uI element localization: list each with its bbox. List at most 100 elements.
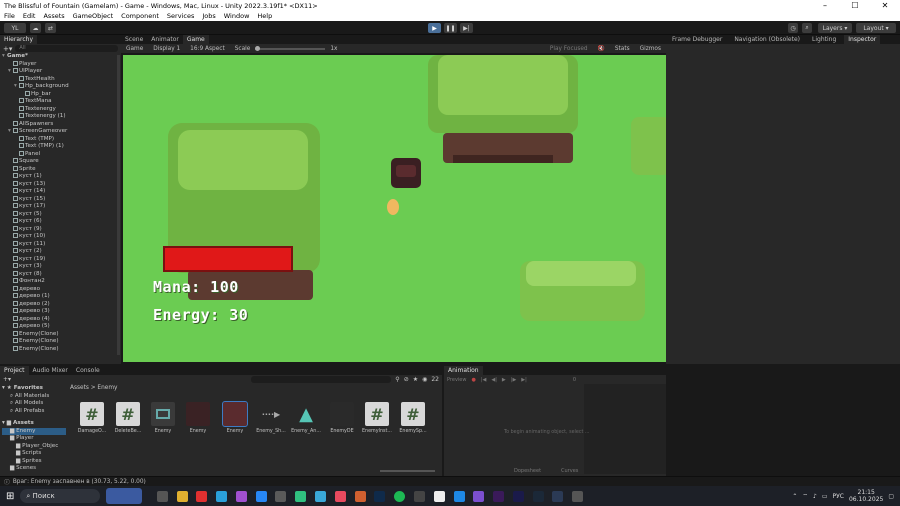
tab-frame-debugger[interactable]: Frame Debugger <box>668 35 726 44</box>
tab-navigation[interactable]: Navigation (Obsolete) <box>730 35 804 44</box>
display-dropdown[interactable]: Display 1 <box>148 46 185 52</box>
aspect-dropdown[interactable]: 16:9 Aspect <box>185 46 230 52</box>
asset-item[interactable]: # EnemySp... <box>398 402 428 434</box>
app-icon[interactable] <box>413 490 425 502</box>
mute-icon[interactable]: 🔇 <box>593 46 610 52</box>
scale-slider[interactable] <box>255 45 326 51</box>
menu-edit[interactable]: Edit <box>19 12 40 20</box>
asset-item[interactable]: EnemyDE <box>327 402 357 434</box>
hierarchy-item[interactable]: TextMana <box>2 98 121 106</box>
tab-project[interactable]: Project <box>0 366 29 375</box>
tab-animation[interactable]: Animation <box>444 366 483 375</box>
step-button[interactable]: ▶| <box>460 23 473 33</box>
fav-item[interactable]: ⌕ All Models <box>2 400 66 408</box>
create-icon[interactable]: +▾ <box>3 376 11 383</box>
scale-slider-handle[interactable] <box>255 45 261 51</box>
search-icon[interactable]: ⌕ <box>802 23 812 33</box>
hierarchy-item[interactable]: ▾ ScreenGameover <box>2 128 121 136</box>
hierarchy-item[interactable]: Player <box>2 60 121 69</box>
hierarchy-item[interactable]: куст (2) <box>2 248 121 256</box>
tree-item-enemy[interactable]: ▆ Enemy <box>2 427 66 435</box>
game-view[interactable]: Mana: 100 Energy: 30 <box>123 55 666 362</box>
hierarchy-item[interactable]: куст (17) <box>2 203 121 211</box>
hierarchy-item[interactable]: куст (3) <box>2 263 121 271</box>
hierarchy-item[interactable]: Textenergy <box>2 105 121 114</box>
clock[interactable]: 21:15 06.10.2025 <box>849 489 883 503</box>
app-icon[interactable] <box>552 490 564 502</box>
minimize-icon[interactable]: – <box>810 0 840 11</box>
hierarchy-item[interactable]: Hp_bar <box>2 90 121 99</box>
vk-icon[interactable] <box>255 490 267 502</box>
task-view-icon[interactable] <box>156 490 168 502</box>
hierarchy-item[interactable]: дерево <box>2 285 121 294</box>
hierarchy-scene-root[interactable]: ▾ Game* <box>2 53 121 61</box>
tab-audio-mixer[interactable]: Audio Mixer <box>29 366 72 375</box>
play-focused-dropdown[interactable]: Play Focused <box>545 46 593 52</box>
hierarchy-item[interactable]: Square <box>2 158 121 166</box>
tree-item-sprites[interactable]: ▆ Sprites <box>2 458 66 466</box>
hierarchy-item[interactable]: дерево (5) <box>2 323 121 331</box>
spotify-icon[interactable] <box>394 490 406 502</box>
label-icon[interactable]: ⊘ <box>404 376 409 383</box>
curves-tab[interactable]: Curves <box>561 468 578 474</box>
visual-studio-icon[interactable] <box>473 490 485 502</box>
menu-jobs[interactable]: Jobs <box>198 12 219 20</box>
asset-item[interactable]: # EnemyInst... <box>362 402 392 434</box>
asset-item[interactable]: # DeleteBe... <box>113 402 143 434</box>
hierarchy-item[interactable]: куст (13) <box>2 180 121 189</box>
icon-size-slider[interactable] <box>380 470 435 472</box>
hierarchy-item[interactable]: Textenergy (1) <box>2 113 121 121</box>
stats-button[interactable]: Stats <box>610 46 635 52</box>
asset-item[interactable]: ····▶ Enemy_Sh... <box>256 402 286 435</box>
filter-icon[interactable]: ⚲ <box>395 376 399 383</box>
telegram-icon[interactable] <box>216 490 228 502</box>
vscode-icon[interactable] <box>453 490 465 502</box>
first-key-icon[interactable]: |◀ <box>481 377 487 383</box>
hierarchy-scrollbar[interactable] <box>117 55 120 355</box>
enemy-sprite[interactable] <box>391 158 421 188</box>
hierarchy-item[interactable]: куст (5) <box>2 210 121 219</box>
tree-item-player-objec[interactable]: ▆ Player_Objec <box>2 443 66 451</box>
file-explorer-icon[interactable] <box>176 490 188 502</box>
frame-field[interactable]: 0 <box>573 377 576 383</box>
hierarchy-item[interactable]: дерево (3) <box>2 308 121 316</box>
next-key-icon[interactable]: |▶ <box>511 377 517 383</box>
hierarchy-item[interactable]: ▾ UIPlayer <box>2 68 121 76</box>
hierarchy-item[interactable]: Text (TMP) (1) <box>2 143 121 151</box>
app-icon[interactable] <box>354 490 366 502</box>
taskbar-search[interactable]: ⌕ Поиск <box>20 489 101 503</box>
fav-item[interactable]: ⌕ All Materials <box>2 393 66 401</box>
breadcrumb-assets[interactable]: Assets <box>70 385 89 391</box>
tab-lighting[interactable]: Lighting <box>808 35 840 44</box>
premiere-icon[interactable] <box>493 490 505 502</box>
widget-banner[interactable] <box>106 488 143 504</box>
layers-dropdown[interactable]: Layers ▾ <box>818 23 852 33</box>
favorites-label[interactable]: ▾ ★ Favorites <box>2 385 66 393</box>
hierarchy-item[interactable]: куст (8) <box>2 270 121 279</box>
hierarchy-item[interactable]: дерево (1) <box>2 293 121 301</box>
hierarchy-item[interactable]: Enemy(Clone) <box>2 345 121 354</box>
hierarchy-item[interactable]: дерево (4) <box>2 315 121 324</box>
steam-icon[interactable] <box>532 490 544 502</box>
hierarchy-item[interactable]: куст (6) <box>2 218 121 226</box>
asset-item[interactable]: ▲ Enemy_An... <box>291 402 321 435</box>
account-button[interactable]: YL <box>4 23 26 33</box>
app-icon[interactable] <box>295 490 307 502</box>
hierarchy-item[interactable]: куст (19) <box>2 255 121 264</box>
maximize-icon[interactable]: ☐ <box>840 0 870 11</box>
photoshop-icon[interactable] <box>374 490 386 502</box>
project-search-input[interactable] <box>251 376 392 383</box>
preview-button[interactable]: Preview <box>447 377 466 383</box>
hierarchy-item[interactable]: Enemy(Clone) <box>2 338 121 346</box>
game-mode-dropdown[interactable]: Game <box>121 46 148 52</box>
hierarchy-item[interactable]: Panel <box>2 150 121 159</box>
menu-help[interactable]: Help <box>253 12 276 20</box>
after-effects-icon[interactable] <box>512 490 524 502</box>
play-anim-icon[interactable]: ▶ <box>502 377 506 383</box>
hierarchy-item[interactable]: Text (TMP) <box>2 135 121 144</box>
menu-gameobject[interactable]: GameObject <box>69 12 118 20</box>
hierarchy-item[interactable]: дерево (2) <box>2 300 121 309</box>
chevron-up-icon[interactable]: ⌃ <box>792 493 797 500</box>
asset-item[interactable]: Enemy <box>183 402 213 434</box>
hierarchy-item[interactable]: куст (9) <box>2 225 121 234</box>
